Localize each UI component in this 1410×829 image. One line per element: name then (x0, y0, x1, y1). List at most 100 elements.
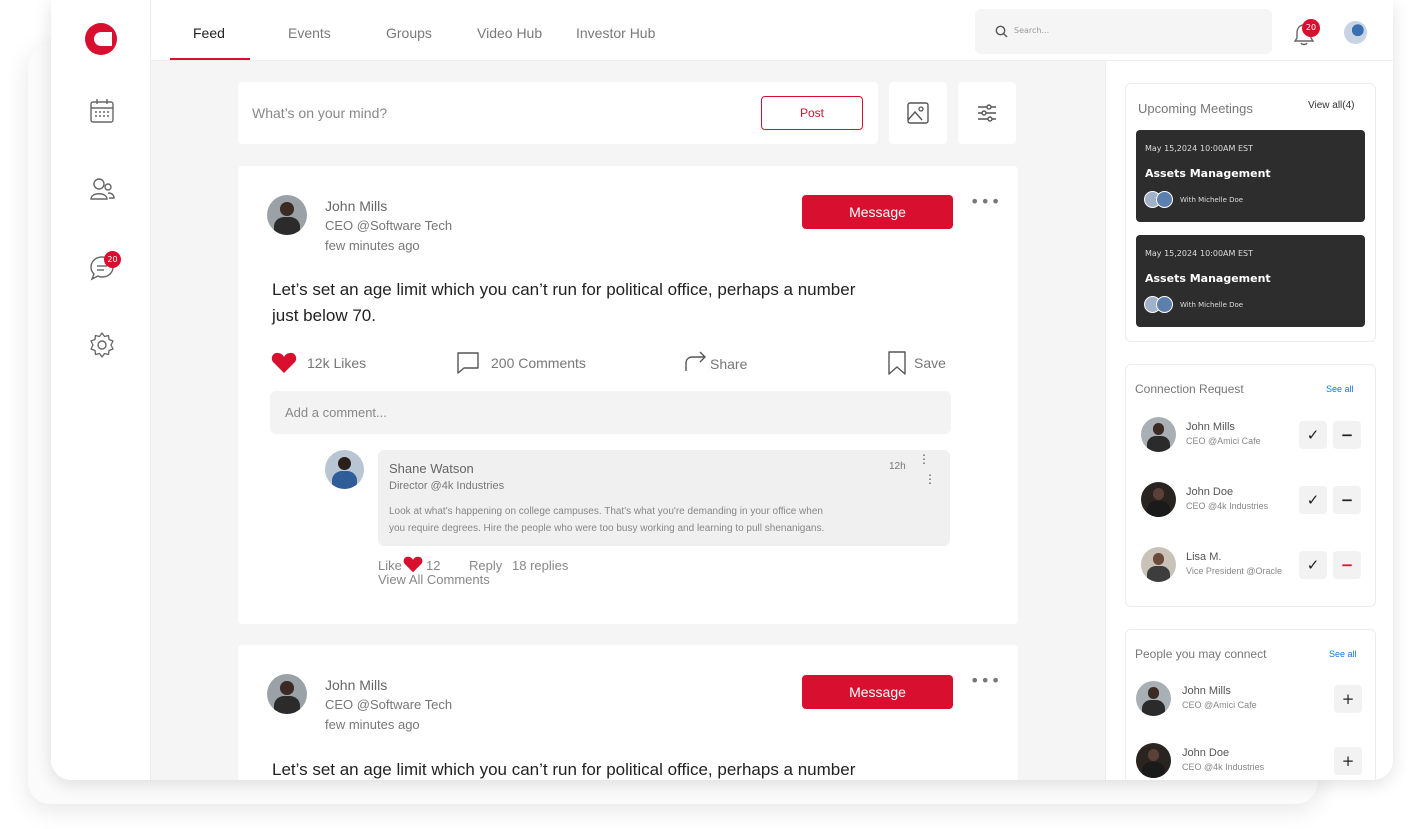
meeting-date: May 15,2024 (1145, 144, 1198, 153)
post-button[interactable]: Post (761, 96, 863, 130)
connection-request-panel: Connection Request See all John Mills CE… (1125, 364, 1376, 607)
active-tab-indicator (170, 58, 250, 60)
accept-button[interactable]: ✓ (1299, 421, 1327, 449)
requester-role: Vice President @Oracle (1186, 566, 1283, 576)
post-text-line-1: Let’s set an age limit which you can’t r… (272, 760, 856, 779)
settings-icon[interactable] (88, 331, 116, 359)
attendee-avatar (1156, 296, 1173, 313)
reply-link[interactable]: Reply (469, 558, 502, 573)
meeting-with: With Michelle Doe (1180, 301, 1244, 309)
message-button[interactable]: Message (802, 195, 953, 229)
see-all-suggestions-link[interactable]: See all (1329, 649, 1357, 659)
add-image-button[interactable] (889, 82, 947, 144)
author-name[interactable]: John Mills (325, 198, 387, 214)
post-card: John Mills CEO @Software Tech few minute… (238, 166, 1018, 624)
meeting-time: 10:00AM EST (1200, 249, 1253, 258)
comment-placeholder: Add a comment... (285, 405, 387, 420)
meeting-title: Assets Management (1145, 272, 1271, 285)
user-avatar[interactable] (1344, 21, 1367, 44)
post-card: John Mills CEO @Software Tech few minute… (238, 645, 1018, 780)
bookmark-icon[interactable] (887, 351, 907, 375)
suggestion-avatar[interactable] (1136, 743, 1171, 778)
more-options-icon[interactable]: ••• (970, 671, 1001, 690)
post-time: few minutes ago (325, 238, 420, 253)
post-composer[interactable]: What’s on your mind? Post (238, 82, 878, 144)
reply-menu-icon[interactable]: ⋮ (918, 453, 930, 465)
search-input[interactable]: Search... (975, 9, 1272, 54)
sliders-icon (978, 104, 996, 122)
filter-button[interactable] (958, 82, 1016, 144)
requester-role: CEO @Amici Cafe (1186, 436, 1261, 446)
users-icon[interactable] (88, 175, 116, 203)
logo[interactable] (85, 23, 117, 55)
decline-button[interactable]: − (1333, 551, 1361, 579)
suggestions-title: People you may connect (1135, 647, 1267, 661)
meeting-card[interactable]: May 15,2024 10:00AM EST Assets Managemen… (1136, 130, 1365, 222)
like-link[interactable]: Like (378, 558, 402, 573)
composer-placeholder: What’s on your mind? (252, 105, 388, 121)
connect-button[interactable]: + (1334, 747, 1362, 775)
author-avatar[interactable] (267, 195, 307, 235)
requester-name[interactable]: John Mills (1186, 421, 1235, 433)
reply-author-avatar[interactable] (325, 450, 364, 489)
comment-icon[interactable] (456, 351, 480, 375)
suggestion-role: CEO @4k Industries (1182, 762, 1265, 772)
accept-button[interactable]: ✓ (1299, 551, 1327, 579)
replies-count[interactable]: 18 replies (512, 558, 568, 573)
suggestion-name[interactable]: John Mills (1182, 685, 1231, 697)
decline-button[interactable]: − (1333, 486, 1361, 514)
tab-video-hub[interactable]: Video Hub (477, 25, 542, 41)
connect-button[interactable]: + (1334, 685, 1362, 713)
comments-count[interactable]: 200 Comments (491, 355, 586, 371)
requester-name[interactable]: John Doe (1186, 486, 1233, 498)
heart-icon[interactable] (271, 352, 297, 374)
comment-input[interactable]: Add a comment... (270, 391, 951, 434)
requester-avatar[interactable] (1141, 547, 1176, 582)
meeting-time: 10:00AM EST (1200, 144, 1253, 153)
author-name[interactable]: John Mills (325, 677, 387, 693)
requester-avatar[interactable] (1141, 482, 1176, 517)
meeting-with: With Michelle Doe (1180, 196, 1244, 204)
meetings-title: Upcoming Meetings (1138, 101, 1253, 116)
tab-feed[interactable]: Feed (193, 25, 225, 41)
decline-button[interactable]: − (1333, 421, 1361, 449)
requester-name[interactable]: Lisa M. (1186, 551, 1221, 563)
see-all-connections-link[interactable]: See all (1326, 384, 1354, 394)
author-role: CEO @Software Tech (325, 697, 453, 712)
share-label[interactable]: Share (710, 356, 747, 372)
author-avatar[interactable] (267, 674, 307, 714)
top-bar: Feed Events Groups Video Hub Investor Hu… (151, 0, 1393, 61)
calendar-icon[interactable] (88, 97, 116, 125)
tab-events[interactable]: Events (288, 25, 331, 41)
suggestion-avatar[interactable] (1136, 681, 1171, 716)
post-text-line-1: Let’s set an age limit which you can’t r… (272, 280, 856, 299)
likes-count[interactable]: 12k Likes (307, 355, 366, 371)
requester-avatar[interactable] (1141, 417, 1176, 452)
meeting-card[interactable]: May 15,2024 10:00AM EST Assets Managemen… (1136, 235, 1365, 327)
reply-like-count: 12 (426, 558, 441, 573)
save-label[interactable]: Save (914, 355, 946, 371)
tab-groups[interactable]: Groups (386, 25, 432, 41)
heart-icon[interactable] (403, 556, 423, 573)
left-rail: 20 (51, 0, 151, 780)
more-options-icon[interactable]: ••• (970, 192, 1001, 211)
image-icon (907, 102, 929, 124)
search-icon (995, 25, 1008, 38)
view-all-comments-link[interactable]: View All Comments (378, 572, 490, 587)
reply-time: 12h (889, 461, 906, 472)
reply-author-name[interactable]: Shane Watson (389, 461, 474, 476)
reply-text-line-2: you require degrees. Hire the people who… (389, 523, 825, 534)
messages-badge: 20 (104, 251, 121, 268)
post-time: few minutes ago (325, 717, 420, 732)
accept-button[interactable]: ✓ (1299, 486, 1327, 514)
meeting-date: May 15,2024 (1145, 249, 1198, 258)
view-all-meetings-link[interactable]: View all(4) (1308, 100, 1355, 111)
people-you-may-connect-panel: People you may connect See all John Mill… (1125, 629, 1376, 780)
tab-investor-hub[interactable]: Investor Hub (576, 25, 655, 41)
share-icon[interactable] (684, 350, 708, 372)
message-button[interactable]: Message (802, 675, 953, 709)
suggestion-name[interactable]: John Doe (1182, 747, 1229, 759)
reply-more-icon[interactable]: ⋮ (924, 473, 936, 485)
upcoming-meetings-panel: Upcoming Meetings View all(4) May 15,202… (1125, 83, 1376, 342)
meeting-title: Assets Management (1145, 167, 1271, 180)
